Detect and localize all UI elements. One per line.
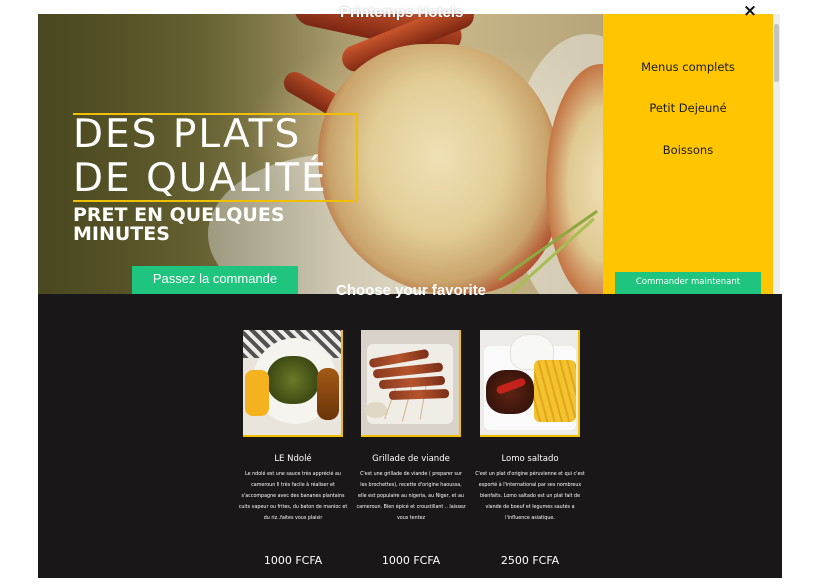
close-icon[interactable]: × xyxy=(742,2,758,20)
site-title[interactable]: Printemps Hotels xyxy=(340,4,463,21)
dish-price: 2500 FCFA xyxy=(500,554,560,567)
dish-name: Lomo saltado xyxy=(501,454,559,464)
dish-image[interactable] xyxy=(480,330,578,435)
dish-name: Grillade de viande xyxy=(372,454,450,464)
scrollbar-thumb[interactable] xyxy=(774,24,779,82)
dish-image-frame xyxy=(361,330,461,437)
dish-price: 1000 FCFA xyxy=(263,554,323,567)
dish-image-frame xyxy=(480,330,580,437)
menu-item-full-menus[interactable]: Menus complets xyxy=(603,60,773,74)
dish-name: LE Ndolé xyxy=(274,454,312,464)
dish-description: C'est un plat d'origine péruvienne et qu… xyxy=(475,472,585,521)
hero-subtitle: PRET EN QUELQUES MINUTES xyxy=(73,204,285,245)
dish-image[interactable] xyxy=(243,330,341,435)
order-button[interactable]: Passez la commande xyxy=(132,266,298,296)
order-now-button[interactable]: Commander maintenant xyxy=(615,272,761,294)
section-heading: Choose your favorite xyxy=(336,282,487,299)
dish-image[interactable] xyxy=(361,330,459,435)
menu-item-drinks[interactable]: Boissons xyxy=(603,143,773,157)
dish-description: Le ndolé est une sauce très apprécié au … xyxy=(238,472,348,521)
hero-title: DES PLATS DE QUALITÉ xyxy=(73,112,328,201)
dishes-section: Choose your favorite LE Ndolé Le ndolé e… xyxy=(38,282,782,578)
side-menu-panel: Menus complets Petit Dejeuné Boissons Co… xyxy=(603,14,773,294)
hero-title-underline xyxy=(73,200,353,202)
dish-image-frame xyxy=(243,330,343,437)
dish-price: 1000 FCFA xyxy=(381,554,441,567)
page: DES PLATS DE QUALITÉ PRET EN QUELQUES MI… xyxy=(0,0,819,586)
dish-description: C'est une grillade de viande ( preparer … xyxy=(356,472,466,521)
scrollbar[interactable] xyxy=(773,14,780,294)
menu-item-breakfast[interactable]: Petit Dejeuné xyxy=(603,101,773,115)
